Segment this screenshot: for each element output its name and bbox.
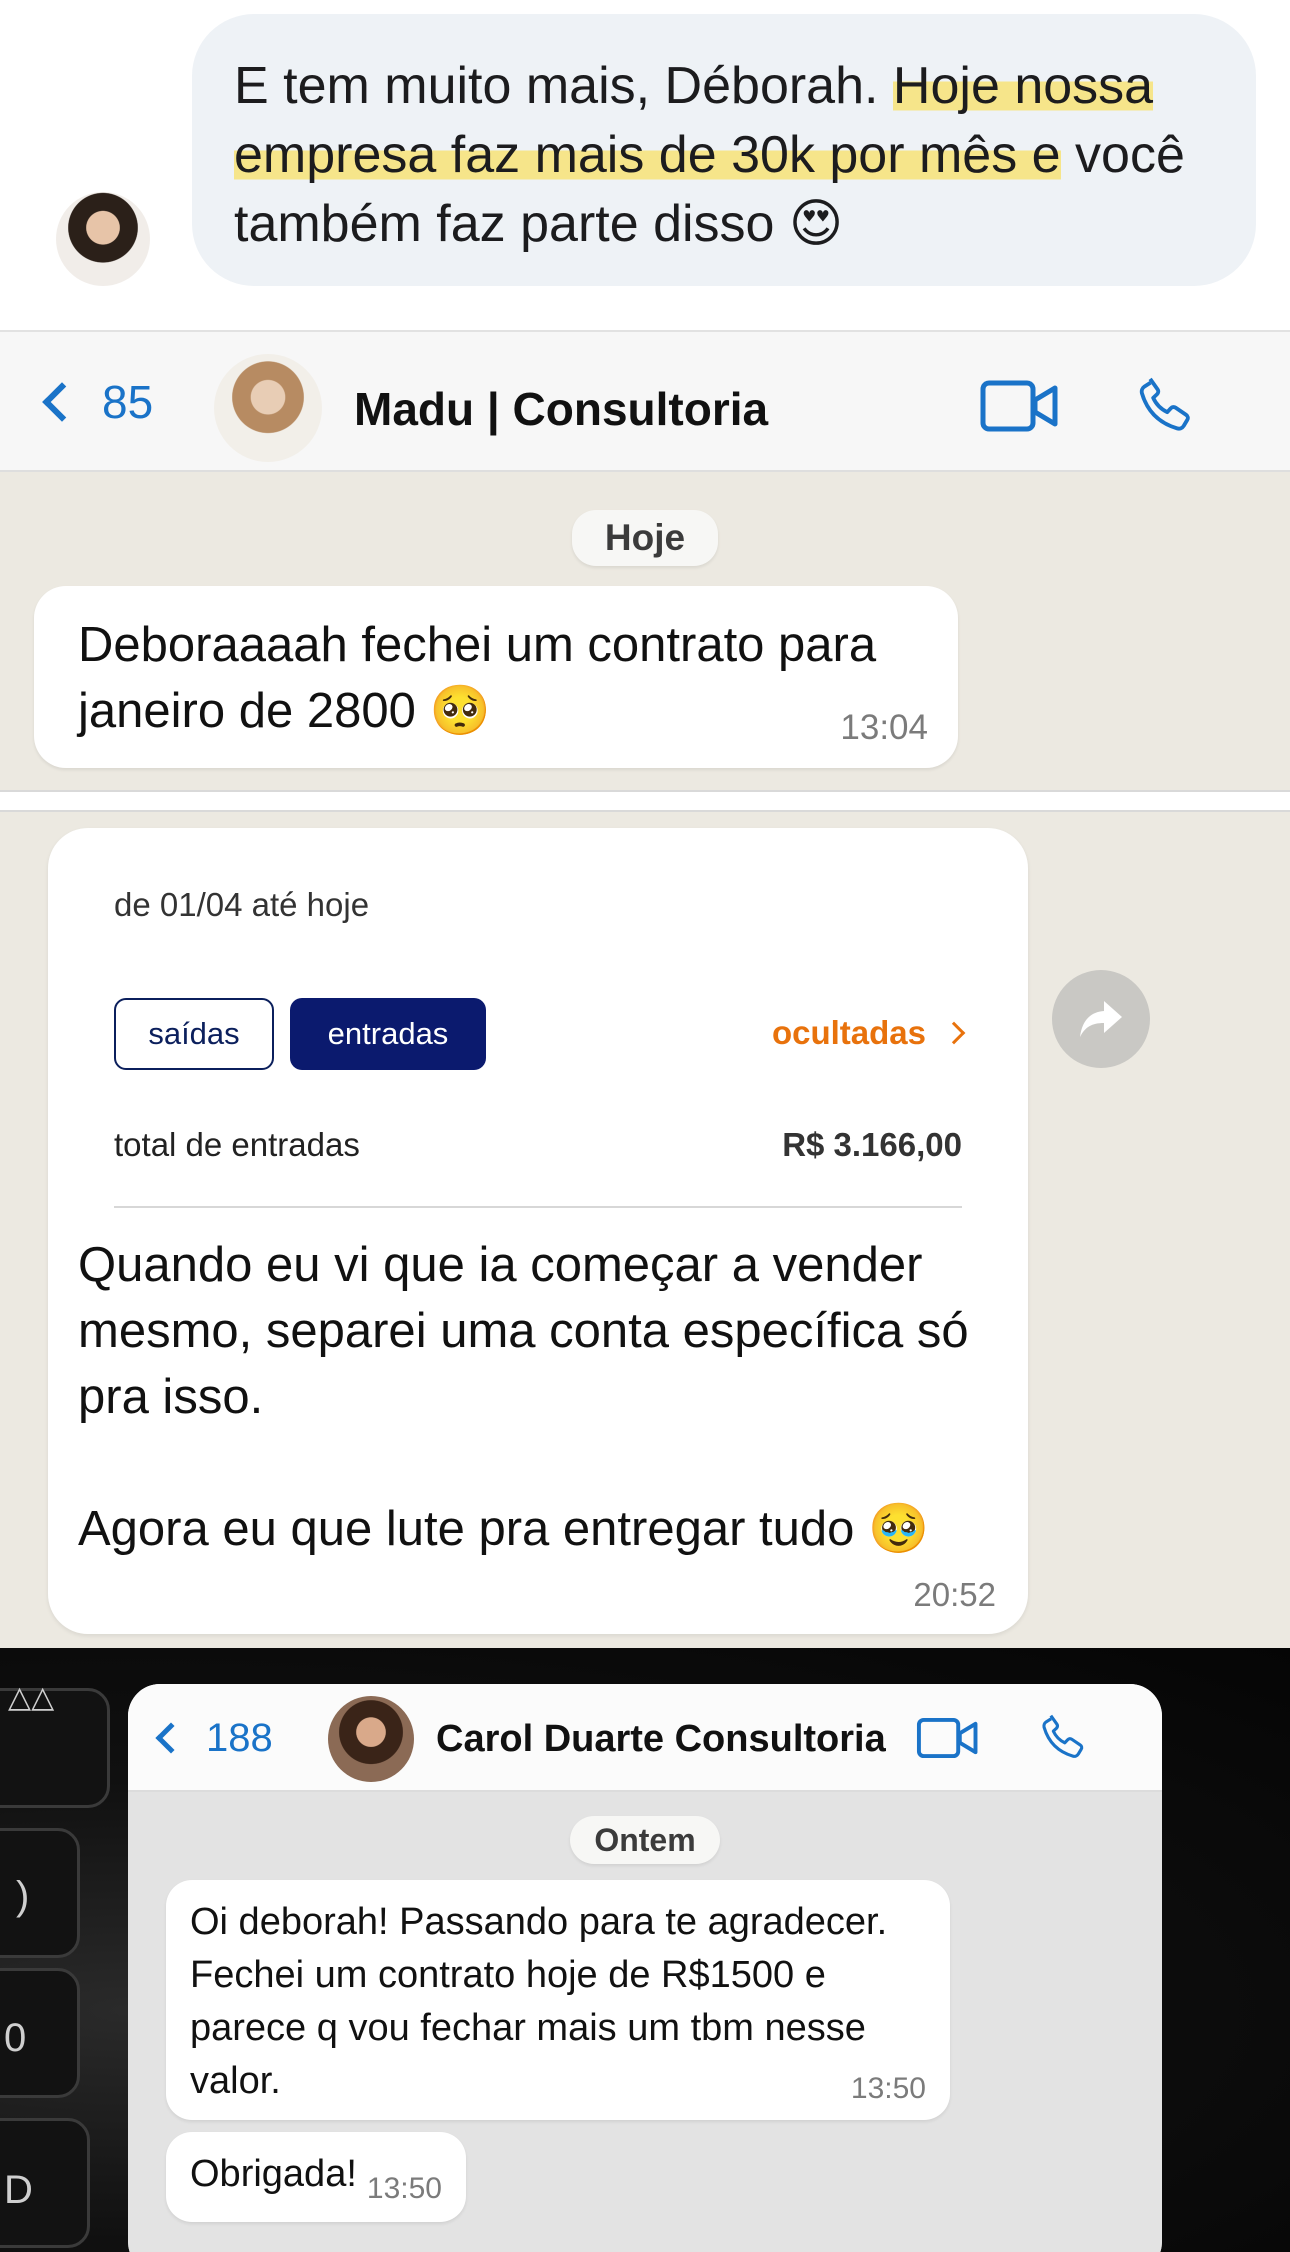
tab-entradas[interactable]: entradas bbox=[290, 998, 486, 1070]
pleading-face-emoji: 🥺 bbox=[429, 684, 491, 738]
contact-avatar[interactable] bbox=[214, 354, 322, 462]
forward-icon bbox=[1080, 1001, 1122, 1037]
message-time: 20:52 bbox=[913, 1576, 996, 1613]
date-chip: Hoje bbox=[572, 510, 718, 566]
message-paragraph-2: Agora eu que lute pra entregar tudo 🥹 bbox=[78, 1496, 998, 1562]
date-range: de 01/04 até hoje bbox=[114, 886, 370, 923]
phone-call-icon[interactable] bbox=[1132, 372, 1198, 438]
forward-button[interactable] bbox=[1052, 970, 1150, 1068]
keyboard-glyph: ) bbox=[16, 1874, 30, 1918]
avatar bbox=[56, 192, 150, 286]
divider-line bbox=[114, 1206, 962, 1208]
message-time: 13:50 bbox=[366, 2172, 442, 2205]
quote-bubble: E tem muito mais, Déborah. Hoje nossa em… bbox=[192, 14, 1256, 286]
hidden-link[interactable]: ocultadas bbox=[771, 1014, 966, 1052]
keyboard-key bbox=[0, 1828, 80, 1958]
hidden-link-label: ocultadas bbox=[771, 1014, 926, 1051]
message-paragraph: Quando eu vi que ia começar a vender mes… bbox=[78, 1238, 969, 1424]
quote-section: E tem muito mais, Déborah. Hoje nossa em… bbox=[0, 0, 1290, 330]
chevron-right-icon bbox=[942, 1021, 966, 1045]
unread-count: 85 bbox=[102, 376, 154, 428]
chat-header: 85 Madu | Consultoria bbox=[0, 330, 1290, 472]
total-value: R$ 3.166,00 bbox=[782, 1126, 962, 1163]
photo-section: △△ ) 0 D 188 Carol Duarte Consultoria On… bbox=[0, 1648, 1290, 2252]
keyboard-glyph: D bbox=[4, 2168, 33, 2212]
video-call-icon[interactable] bbox=[916, 1716, 980, 1760]
message-body: Agora eu que lute pra entregar tudo bbox=[78, 1502, 855, 1556]
contact-avatar[interactable] bbox=[328, 1696, 414, 1782]
message-bubble[interactable]: Deboraaaah fechei um contrato para janei… bbox=[34, 586, 958, 768]
message-text: Deboraaaah fechei um contrato para janei… bbox=[78, 612, 898, 744]
date-chip: Ontem bbox=[570, 1816, 720, 1864]
keyboard-glyph: 0 bbox=[4, 2016, 27, 2060]
chevron-left-icon bbox=[42, 382, 82, 422]
message-text: Oi deborah! Passando para te agradecer. … bbox=[190, 1901, 888, 2102]
contact-name[interactable]: Madu | Consultoria bbox=[354, 382, 768, 436]
chat-madu: 85 Madu | Consultoria Hoje Deboraaaah fe… bbox=[0, 330, 1290, 790]
teary-face-emoji: 🥹 bbox=[868, 1502, 930, 1556]
tab-saidas[interactable]: saídas bbox=[114, 998, 274, 1070]
back-button[interactable]: 188 bbox=[150, 1712, 273, 1764]
message-bubble[interactable]: Obrigada! 13:50 bbox=[166, 2132, 466, 2222]
chat-header: 188 Carol Duarte Consultoria bbox=[128, 1684, 1162, 1792]
total-label: total de entradas bbox=[114, 1126, 360, 1163]
message-bubble[interactable]: Oi deborah! Passando para te agradecer. … bbox=[166, 1880, 950, 2120]
phone-screenshot: 188 Carol Duarte Consultoria Ontem Oi de… bbox=[128, 1684, 1162, 2252]
message-time: 13:50 bbox=[850, 2072, 926, 2105]
message-time: 13:04 bbox=[840, 708, 928, 747]
contact-name[interactable]: Carol Duarte Consultoria bbox=[436, 1718, 886, 1761]
message-bubble-with-screenshot[interactable]: de 01/04 até hoje saídas entradas oculta… bbox=[48, 828, 1028, 1634]
chevron-left-icon bbox=[155, 1722, 187, 1754]
video-call-icon[interactable] bbox=[980, 378, 1060, 434]
unread-count: 188 bbox=[206, 1715, 273, 1760]
phone-call-icon[interactable] bbox=[1036, 1710, 1090, 1764]
heart-eyes-emoji: 😍 bbox=[788, 195, 844, 253]
keyboard-glyph: △△ bbox=[8, 1681, 55, 1714]
quote-text-start: E tem muito mais, Déborah. bbox=[234, 57, 893, 115]
chat-body: Ontem Oi deborah! Passando para te agrad… bbox=[128, 1792, 1162, 2252]
quote-text: E tem muito mais, Déborah. Hoje nossa em… bbox=[234, 52, 1212, 259]
message-text: Quando eu vi que ia começar a vender mes… bbox=[78, 1232, 998, 1562]
bank-message-section: de 01/04 até hoje saídas entradas oculta… bbox=[0, 812, 1290, 1648]
back-button[interactable]: 85 bbox=[40, 372, 153, 432]
divider bbox=[0, 790, 1290, 812]
